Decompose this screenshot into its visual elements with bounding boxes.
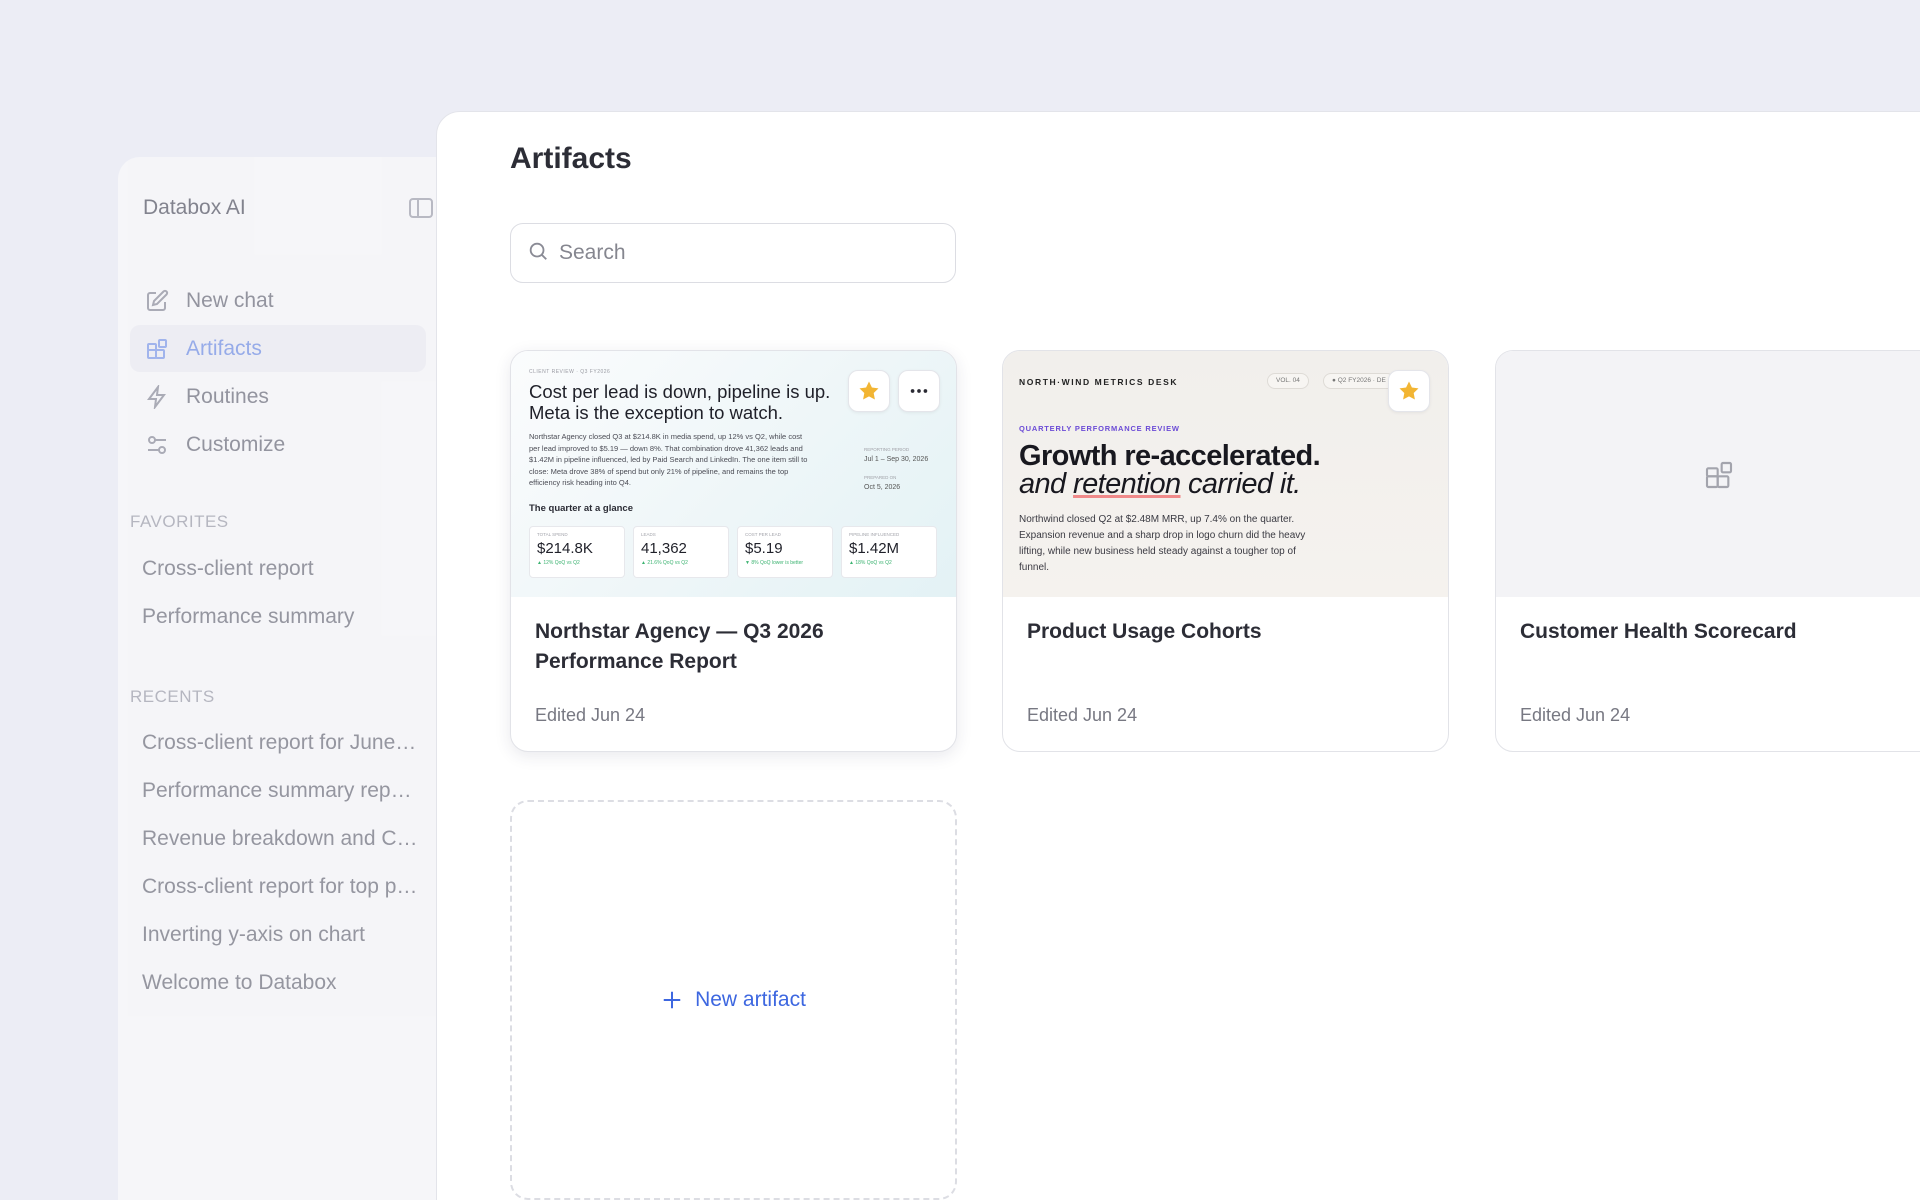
artifact-card-product-usage[interactable]: NORTH·WIND METRICS DESK VOL. 04 ● Q2 FY2… xyxy=(1002,350,1449,752)
kpi-delta: ▲ 21.6% QoQ vs Q2 xyxy=(641,560,688,566)
kpi-label: LEADS xyxy=(641,532,656,537)
nav-new-chat[interactable]: New chat xyxy=(130,277,426,324)
favorite-item[interactable]: Performance summary xyxy=(142,593,432,641)
artifact-edited: Edited Jun 24 xyxy=(1027,705,1138,725)
nav-label: Artifacts xyxy=(186,336,262,360)
headline-underlined: retention xyxy=(1073,468,1181,500)
favorite-button[interactable] xyxy=(848,370,890,412)
kpi-delta: ▼ 8% QoQ lower is better xyxy=(745,560,804,566)
artifact-card-northstar[interactable]: CLIENT REVIEW · Q3 FY2026 Cost per lead … xyxy=(510,350,957,752)
nav-label: Routines xyxy=(186,384,269,408)
artifacts-icon xyxy=(144,336,170,362)
artifact-title: Northstar Agency — Q3 2026 Performance R… xyxy=(535,620,824,673)
kpi-tile: TOTAL SPEND $214.8K ▲ 12% QoQ vs Q2 xyxy=(529,526,625,578)
kpi-value: $1.42M xyxy=(849,540,900,557)
kpi-value: $5.19 xyxy=(745,540,783,557)
edit-icon xyxy=(144,288,170,314)
search-icon xyxy=(527,240,549,267)
favorite-button[interactable] xyxy=(1388,370,1430,412)
artifact-edited: Edited Jun 24 xyxy=(1520,705,1631,725)
preview-pill: VOL. 04 xyxy=(1267,373,1309,389)
preview-headline-italic: and retention carried it. xyxy=(1019,468,1301,501)
preview-kpi-tiles: TOTAL SPEND $214.8K ▲ 12% QoQ vs Q2 LEAD… xyxy=(529,526,937,578)
favorites-heading: FAVORITES xyxy=(130,512,229,531)
preview-prepared: Oct 5, 2026 xyxy=(864,484,901,491)
artifact-title: Customer Health Scorecard xyxy=(1520,620,1797,643)
kpi-delta: ▲ 12% QoQ vs Q2 xyxy=(537,560,580,566)
preview-kicker: CLIENT REVIEW · Q3 FY2026 xyxy=(529,369,611,375)
kpi-label: TOTAL SPEND xyxy=(537,532,568,537)
kpi-value: 41,362 xyxy=(641,540,687,557)
star-icon xyxy=(859,381,879,400)
artifact-title: Product Usage Cohorts xyxy=(1027,620,1262,643)
headline-part: and xyxy=(1019,468,1074,500)
recents-heading: RECENTS xyxy=(130,687,215,706)
sidebar: Databox AI New chat Artifacts Routines C… xyxy=(118,157,458,1200)
new-artifact-button[interactable]: New artifact xyxy=(661,988,806,1012)
kpi-tile: PIPELINE INFLUENCED $1.42M ▲ 18% QoQ vs … xyxy=(841,526,937,578)
app-frame: Databox AI New chat Artifacts Routines C… xyxy=(0,0,1920,1200)
preview-headline: Cost per lead is down, pipeline is up. M… xyxy=(529,381,831,423)
preview-period-label: REPORTING PERIOD xyxy=(864,447,910,452)
favorites-list: Cross-client report Performance summary xyxy=(142,545,432,641)
artifact-edited: Edited Jun 24 xyxy=(535,705,646,725)
page-title: Artifacts xyxy=(510,142,632,175)
headline-part: carried it. xyxy=(1180,468,1301,500)
preview-kicker: QUARTERLY PERFORMANCE REVIEW xyxy=(1019,424,1180,433)
recent-item[interactable]: Revenue breakdown and C… xyxy=(142,815,432,863)
new-artifact-card[interactable]: New artifact xyxy=(510,800,957,1200)
preview-pill: ● Q2 FY2026 · DE xyxy=(1323,373,1395,389)
recent-item[interactable]: Cross-client report for June… xyxy=(142,719,432,767)
artifact-preview-placeholder xyxy=(1496,351,1920,597)
recents-list: Cross-client report for June… Performanc… xyxy=(142,719,432,1007)
recent-item[interactable]: Inverting y-axis on chart xyxy=(142,911,432,959)
nav-label: New chat xyxy=(186,288,274,312)
kpi-value: $214.8K xyxy=(537,540,593,557)
preview-body: Northstar Agency closed Q3 at $214.8K in… xyxy=(529,432,808,487)
preview-glance-heading: The quarter at a glance xyxy=(529,503,634,514)
preview-period: Jul 1 – Sep 30, 2026 xyxy=(864,456,929,463)
main-panel: Artifacts CLIENT REVIEW · Q3 FY2026 Cost… xyxy=(436,111,1920,1200)
sidebar-header: Databox AI xyxy=(143,193,433,223)
artifacts-placeholder-icon xyxy=(1703,459,1735,496)
nav-customize[interactable]: Customize xyxy=(130,421,426,468)
more-options-button[interactable] xyxy=(898,370,940,412)
preview-prepared-label: PREPARED ON xyxy=(864,475,897,480)
nav-label: Customize xyxy=(186,432,286,456)
star-icon xyxy=(1399,381,1419,400)
preview-body: Northwind closed Q2 at $2.48M MRR, up 7.… xyxy=(1019,514,1306,573)
kpi-label: COST PER LEAD xyxy=(745,532,781,537)
sliders-icon xyxy=(144,432,170,458)
favorite-item[interactable]: Cross-client report xyxy=(142,545,432,593)
artifact-preview: NORTH·WIND METRICS DESK VOL. 04 ● Q2 FY2… xyxy=(1003,351,1448,597)
recent-item[interactable]: Cross-client report for top p… xyxy=(142,863,432,911)
preview-meta: REPORTING PERIOD Jul 1 – Sep 30, 2026 PR… xyxy=(864,445,928,493)
more-icon xyxy=(910,389,928,393)
lightning-icon xyxy=(144,384,170,410)
kpi-tile: LEADS 41,362 ▲ 21.6% QoQ vs Q2 xyxy=(633,526,729,578)
recent-item[interactable]: Welcome to Databox xyxy=(142,959,432,1007)
artifact-preview: CLIENT REVIEW · Q3 FY2026 Cost per lead … xyxy=(511,351,956,597)
nav-routines[interactable]: Routines xyxy=(130,373,426,420)
recent-item[interactable]: Performance summary rep… xyxy=(142,767,432,815)
sidebar-nav: New chat Artifacts Routines Customize xyxy=(130,277,426,469)
nav-artifacts[interactable]: Artifacts xyxy=(130,325,426,372)
kpi-delta: ▲ 18% QoQ vs Q2 xyxy=(849,560,892,566)
preview-brand: NORTH·WIND METRICS DESK xyxy=(1019,377,1179,387)
sidebar-toggle-icon[interactable] xyxy=(409,198,433,218)
new-artifact-label: New artifact xyxy=(695,988,806,1011)
plus-icon xyxy=(663,991,681,1009)
search-box[interactable] xyxy=(510,223,956,283)
search-input[interactable] xyxy=(559,241,939,265)
app-title: Databox AI xyxy=(143,196,246,219)
artifact-card-customer-health[interactable]: Customer Health Scorecard Edited Jun 24 xyxy=(1495,350,1920,752)
kpi-tile: COST PER LEAD $5.19 ▼ 8% QoQ lower is be… xyxy=(737,526,833,578)
kpi-label: PIPELINE INFLUENCED xyxy=(849,532,900,537)
